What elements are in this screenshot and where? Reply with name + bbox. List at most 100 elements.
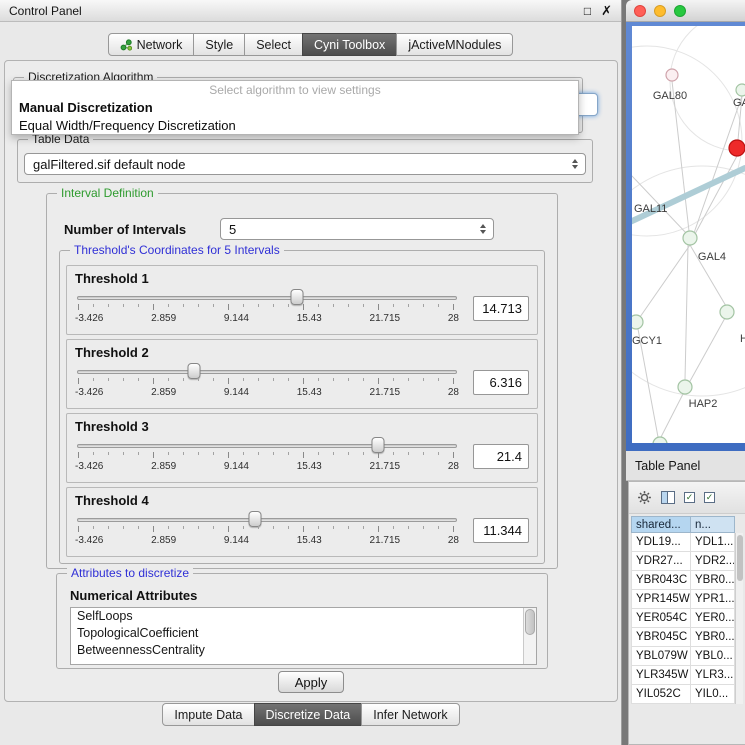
slider-thumb[interactable] (188, 363, 201, 379)
slider-thumb[interactable] (249, 511, 262, 527)
scale-label: 28 (448, 313, 459, 324)
threshold-slider[interactable]: -3.4262.8599.14415.4321.71528 (75, 509, 459, 551)
network-node[interactable] (720, 305, 734, 319)
table-cell: YDL1... (691, 533, 735, 552)
table-scrollbar[interactable] (735, 533, 743, 704)
threshold-value-field[interactable]: 11.344 (473, 518, 529, 543)
tab-impute-data[interactable]: Impute Data (162, 703, 254, 726)
close-icon[interactable]: ✗ (601, 4, 612, 17)
table-panel-title: Table Panel (626, 451, 745, 481)
threshold-slider[interactable]: -3.4262.8599.14415.4321.71528 (75, 435, 459, 477)
network-node-label: GAL4 (698, 251, 726, 263)
scale-label: 9.144 (224, 535, 249, 546)
network-node-label: GAL80 (653, 90, 687, 102)
threshold-panel: Threshold 4-3.4262.8599.14415.4321.71528… (66, 487, 538, 557)
table-row[interactable]: YER054CYER0... (631, 609, 743, 628)
table-cell: YLR345W (631, 666, 691, 685)
gear-icon[interactable] (637, 490, 652, 505)
numerical-attributes-label: Numerical Attributes (70, 588, 547, 603)
table-cell: YPR1... (691, 590, 735, 609)
network-node[interactable] (729, 140, 745, 156)
slider-track[interactable] (77, 370, 457, 374)
list-scrollbar-thumb[interactable] (525, 609, 535, 635)
tab-select[interactable]: Select (244, 33, 303, 56)
float-window-icon[interactable]: □ (584, 5, 591, 17)
threshold-slider[interactable]: -3.4262.8599.14415.4321.71528 (75, 361, 459, 403)
minimize-traffic-light-icon[interactable] (654, 5, 666, 17)
list-items-container: SelfLoopsTopologicalCoefficientBetweenne… (71, 608, 536, 659)
apply-button[interactable]: Apply (278, 671, 344, 693)
columns-icon[interactable] (661, 491, 675, 504)
slider-thumb[interactable] (372, 437, 385, 453)
scale-label: 15.43 (297, 461, 322, 472)
table-scrollbar-thumb[interactable] (737, 535, 743, 581)
network-node[interactable] (736, 84, 745, 96)
slider-track[interactable] (77, 518, 457, 522)
number-of-intervals-row: Number of Intervals 5 (64, 218, 557, 240)
tab-network[interactable]: Network (108, 33, 195, 56)
threshold-panel: Threshold 2-3.4262.8599.14415.4321.71528… (66, 339, 538, 409)
threshold-value-field[interactable]: 6.316 (473, 370, 529, 395)
attribute-list-item[interactable]: SelfLoops (71, 608, 536, 625)
column-header[interactable]: shared... (631, 516, 691, 533)
scale-label: 28 (448, 535, 459, 546)
table-data-combobox[interactable]: galFiltered.sif default node (24, 153, 586, 175)
network-node[interactable] (678, 380, 692, 394)
attribute-list-item[interactable]: BetweennessCentrality (71, 642, 536, 659)
select-visible-columns-icon[interactable]: ✓ (704, 492, 715, 503)
tab-discretize-data[interactable]: Discretize Data (254, 703, 363, 726)
numerical-attributes-list[interactable]: SelfLoopsTopologicalCoefficientBetweenne… (70, 607, 537, 665)
network-svg: GAL80GAGAL11GAL4GCY1HHAP2 (632, 26, 745, 443)
scale-label: 9.144 (224, 461, 249, 472)
network-node[interactable] (632, 315, 643, 329)
table-row[interactable]: YLR345WYLR3... (631, 666, 743, 685)
slider-scale: -3.4262.8599.14415.4321.71528 (75, 313, 459, 324)
table-data-group: Table Data galFiltered.sif default node (17, 139, 593, 183)
table-row[interactable]: YBR043CYBR0... (631, 571, 743, 590)
slider-thumb[interactable] (290, 289, 303, 305)
table-row[interactable]: YDR27...YDR2... (631, 552, 743, 571)
table-row[interactable]: YBL079WYBL0... (631, 647, 743, 666)
attribute-list-item[interactable]: TopologicalCoefficient (71, 625, 536, 642)
network-node-label: H (740, 333, 745, 345)
list-scrollbar[interactable] (523, 608, 536, 664)
slider-scale: -3.4262.8599.14415.4321.71528 (75, 461, 459, 472)
network-node[interactable] (653, 437, 667, 443)
network-canvas[interactable]: GAL80GAGAL11GAL4GCY1HHAP2 (632, 26, 745, 443)
table-row[interactable]: YDL19...YDL1... (631, 533, 743, 552)
scale-label: 28 (448, 461, 459, 472)
table-row[interactable]: YIL052CYIL0... (631, 685, 743, 704)
control-panel-titlebar: Control Panel □ ✗ (0, 0, 621, 22)
dropdown-option-equal-width-frequency[interactable]: Equal Width/Frequency Discretization (12, 117, 578, 135)
scale-label: 9.144 (224, 313, 249, 324)
slider-track[interactable] (77, 444, 457, 448)
dropdown-placeholder: Select algorithm to view settings (12, 82, 578, 99)
network-icon (120, 39, 132, 51)
tab-style[interactable]: Style (193, 33, 245, 56)
attributes-group-title: Attributes to discretize (67, 566, 193, 580)
network-node[interactable] (683, 231, 697, 245)
dropdown-option-manual-discretization[interactable]: Manual Discretization (12, 99, 578, 117)
threshold-value-field[interactable]: 14.713 (473, 296, 529, 321)
scale-label: 21.715 (370, 535, 401, 546)
tab-infer-network[interactable]: Infer Network (361, 703, 459, 726)
close-traffic-light-icon[interactable] (634, 5, 646, 17)
zoom-traffic-light-icon[interactable] (674, 5, 686, 17)
tab-jactivemnodules[interactable]: jActiveMNodules (396, 33, 513, 56)
threshold-value-field[interactable]: 21.4 (473, 444, 529, 469)
table-cell: YER0... (691, 609, 735, 628)
table-row[interactable]: YBR045CYBR0... (631, 628, 743, 647)
column-header[interactable]: n... (691, 516, 735, 533)
network-node-label: GAL11 (634, 203, 667, 215)
scale-label: 28 (448, 387, 459, 398)
number-of-intervals-combobox[interactable]: 5 (220, 218, 494, 240)
table-row[interactable]: YPR145WYPR1... (631, 590, 743, 609)
select-all-columns-icon[interactable]: ✓ (684, 492, 695, 503)
network-node[interactable] (666, 69, 678, 81)
threshold-slider[interactable]: -3.4262.8599.14415.4321.71528 (75, 287, 459, 329)
slider-ticks (78, 526, 457, 532)
combobox-arrows-icon (572, 159, 585, 169)
tab-cyni-toolbox[interactable]: Cyni Toolbox (302, 33, 397, 56)
tab-label: Discretize Data (266, 708, 351, 722)
slider-track[interactable] (77, 296, 457, 300)
